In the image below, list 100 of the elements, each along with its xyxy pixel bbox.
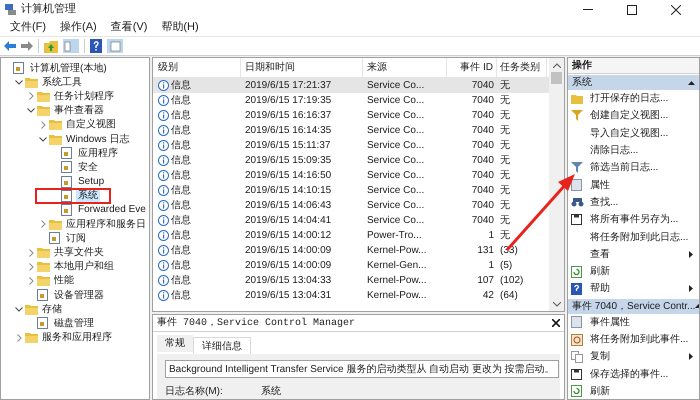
column-header[interactable]: 日期和时间 bbox=[241, 58, 363, 77]
column-header[interactable]: 来源 bbox=[363, 58, 447, 77]
folder-icon bbox=[37, 261, 50, 272]
action-item[interactable]: 复制 bbox=[590, 349, 689, 364]
tree-item[interactable]: 事件查看器 bbox=[52, 103, 106, 118]
menu-item[interactable]: 文件(F) bbox=[4, 19, 52, 36]
back-arrow-icon[interactable] bbox=[4, 41, 16, 51]
tree-item[interactable]: 安全 bbox=[76, 160, 100, 175]
tree-item[interactable]: 存储 bbox=[40, 302, 64, 317]
tree-item[interactable]: Forwarded Eve bbox=[76, 202, 148, 218]
action-item[interactable]: 清除日志... bbox=[590, 143, 693, 158]
collapse-caret-icon[interactable] bbox=[15, 80, 23, 85]
menu-item[interactable]: 帮助(H) bbox=[155, 19, 205, 36]
log-icon bbox=[37, 317, 48, 330]
action-item[interactable]: 保存选择的事件... bbox=[590, 366, 693, 382]
tree-item[interactable]: 自定义视图 bbox=[64, 117, 118, 132]
action-item[interactable]: 查看 bbox=[590, 246, 689, 262]
expand-caret-icon[interactable] bbox=[16, 334, 22, 342]
expand-caret-icon[interactable] bbox=[28, 92, 34, 100]
column-header[interactable]: 事件 ID bbox=[447, 58, 497, 77]
action-item[interactable]: 查找... bbox=[590, 194, 693, 210]
table-row[interactable]: 信息 2019/6/15 15:09:35 Service Co... 7040 无 bbox=[153, 153, 549, 168]
table-cell-text: 信息 bbox=[171, 124, 191, 138]
scroll-thumb[interactable] bbox=[551, 72, 562, 84]
forward-arrow-icon[interactable] bbox=[21, 41, 33, 51]
tree-item[interactable]: 计算机管理(本地) bbox=[28, 60, 109, 76]
column-header[interactable]: 级别 bbox=[153, 58, 241, 77]
tree-item[interactable]: 任务计划程序 bbox=[52, 88, 116, 104]
tree-item[interactable]: 磁盘管理 bbox=[52, 316, 96, 331]
tree-item[interactable]: 应用程序 bbox=[76, 146, 120, 161]
action-item[interactable]: 属性 bbox=[590, 178, 693, 193]
menu-item[interactable]: 查看(V) bbox=[104, 19, 154, 36]
event-message-field[interactable]: Background Intelligent Transfer Service 服务的启动类型从 自动启动 更改为 按需启动。 bbox=[165, 360, 559, 378]
table-row[interactable]: 信息 2019/6/15 14:16:50 Service Co... 7040 无 bbox=[153, 168, 549, 183]
tree-item[interactable]: 应用程序和服务日 bbox=[64, 216, 148, 232]
expand-caret-icon[interactable] bbox=[40, 220, 46, 228]
column-header[interactable]: 任务类别 bbox=[497, 58, 547, 77]
tree-item[interactable]: 系统工具 bbox=[40, 74, 84, 90]
table-row[interactable]: 信息 2019/6/15 15:11:37 Service Co... 7040 无 bbox=[153, 138, 549, 153]
tree-item[interactable]: Windows 日志 bbox=[64, 132, 132, 147]
table-row[interactable]: 信息 2019/6/15 16:16:37 Service Co... 7040 无 bbox=[153, 108, 549, 123]
tab[interactable]: 常规 bbox=[157, 335, 193, 352]
tree-item[interactable]: 性能 bbox=[52, 273, 76, 288]
table-cell-text: 2019/6/15 15:11:37 bbox=[244, 139, 332, 153]
table-row[interactable]: 信息 2019/6/15 13:04:31 Kernel-Pow... 42 (64) bbox=[153, 288, 549, 303]
action-item[interactable]: 将所有事件另存为... bbox=[590, 212, 693, 228]
table-row[interactable]: 信息 2019/6/15 14:00:12 Power-Tro... 1 无 bbox=[153, 228, 549, 243]
tree-item[interactable]: 设备管理器 bbox=[52, 288, 106, 303]
tree-item[interactable]: 服务和应用程序 bbox=[40, 330, 114, 346]
close-icon[interactable] bbox=[552, 319, 560, 327]
folder-up-icon[interactable] bbox=[44, 40, 58, 52]
close-icon bbox=[671, 4, 681, 14]
table-cell-text: 信息 bbox=[171, 274, 191, 288]
table-row[interactable]: 信息 2019/6/15 17:21:37 Service Co... 7040 无 bbox=[153, 78, 549, 93]
table-row[interactable]: 信息 2019/6/15 17:19:35 Service Co... 7040 无 bbox=[153, 93, 549, 108]
table-row[interactable]: 信息 2019/6/15 16:14:35 Service Co... 7040 无 bbox=[153, 123, 549, 138]
table-row[interactable]: 信息 2019/6/15 14:06:43 Service Co... 7040 无 bbox=[153, 198, 549, 213]
tree-item[interactable]: 共享文件夹 bbox=[52, 245, 106, 260]
table-cell-text: (5) bbox=[499, 259, 514, 273]
table-cell-text: 2019/6/15 17:21:37 bbox=[244, 79, 332, 93]
collapse-caret-icon[interactable] bbox=[15, 306, 23, 312]
tab[interactable]: 详细信息 bbox=[193, 337, 251, 354]
action-item[interactable]: 帮助 bbox=[590, 281, 689, 296]
help-icon[interactable] bbox=[90, 39, 102, 53]
pane-icon[interactable] bbox=[107, 39, 123, 53]
collapse-caret-icon[interactable] bbox=[39, 136, 47, 142]
filter-icon bbox=[571, 110, 583, 122]
expand-caret-icon[interactable] bbox=[40, 120, 46, 129]
table-row[interactable]: 信息 2019/6/15 13:04:33 Kernel-Pow... 107 (102) bbox=[153, 273, 549, 288]
table-cell-text: 7040 bbox=[470, 154, 495, 168]
scrollbar[interactable] bbox=[549, 58, 564, 311]
action-item[interactable]: 将任务附加到此事件... bbox=[590, 332, 693, 347]
action-item[interactable]: 事件属性 bbox=[590, 314, 693, 330]
table-row[interactable]: 信息 2019/6/15 14:04:41 Service Co... 7040 无 bbox=[153, 213, 549, 228]
tree-item[interactable]: 订阅 bbox=[64, 230, 88, 246]
tree-item[interactable]: Setup bbox=[76, 174, 106, 190]
table-cell-text: Service Co... bbox=[366, 139, 426, 153]
info-icon bbox=[158, 230, 169, 241]
action-item[interactable]: 创建自定义视图... bbox=[590, 108, 693, 124]
table-row[interactable]: 信息 2019/6/15 14:10:15 Service Co... 7040 无 bbox=[153, 183, 549, 198]
action-item[interactable]: 导入自定义视图... bbox=[590, 126, 693, 141]
collapse-caret-icon[interactable] bbox=[27, 108, 35, 114]
action-item[interactable]: 刷新 bbox=[590, 264, 693, 280]
table-cell-text: 无 bbox=[499, 94, 511, 108]
action-item[interactable]: 刷新 bbox=[590, 384, 693, 399]
tree-item[interactable]: 本地用户和组 bbox=[52, 259, 116, 274]
menu-item[interactable]: 操作(A) bbox=[54, 19, 103, 36]
scroll-up-icon[interactable] bbox=[552, 63, 560, 68]
action-item[interactable]: 将任务附加到此日志... bbox=[590, 230, 693, 245]
computer-management-icon bbox=[4, 3, 17, 16]
table-cell-text: 信息 bbox=[171, 198, 191, 213]
action-item[interactable]: 打开保存的日志... bbox=[590, 91, 693, 106]
info-icon bbox=[158, 95, 169, 106]
pane-icon[interactable] bbox=[63, 39, 79, 53]
scroll-down-icon[interactable] bbox=[552, 302, 560, 307]
action-item[interactable]: 筛选当前日志... bbox=[590, 160, 693, 176]
section-header[interactable]: 系统 bbox=[568, 75, 699, 90]
table-row[interactable]: 信息 2019/6/15 14:00:09 Kernel-Gen... 1 (5) bbox=[153, 258, 549, 273]
info-icon bbox=[158, 110, 169, 121]
table-cell-text: 42 bbox=[482, 289, 495, 303]
